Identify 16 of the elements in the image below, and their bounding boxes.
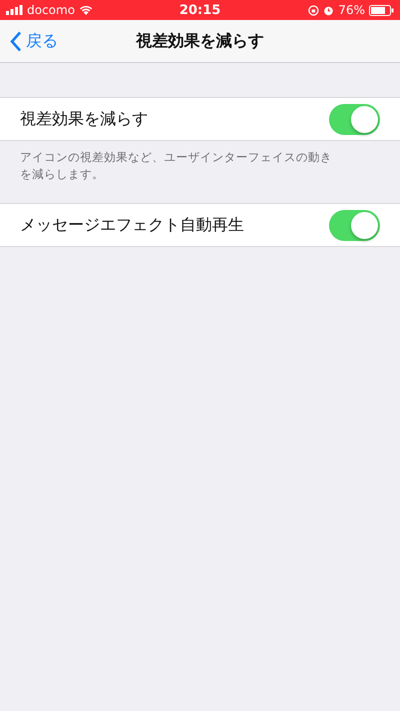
wifi-icon xyxy=(78,5,93,15)
toggle-switch[interactable] xyxy=(329,104,380,134)
page-title: 視差効果を減らす xyxy=(136,30,264,50)
alarm-icon xyxy=(323,4,334,16)
back-button[interactable]: 戻る xyxy=(0,30,64,52)
row-label: メッセージエフェクト自動再生 xyxy=(20,214,244,236)
footer-note: アイコンの視差効果など、ユーザインターフェイスの動きを減らします。 xyxy=(20,150,332,181)
battery-icon xyxy=(369,4,394,16)
rotation-lock-icon xyxy=(308,4,320,16)
status-time: 20:15 xyxy=(179,2,221,18)
carrier-name: docomo xyxy=(27,3,75,17)
battery-percent: 76% xyxy=(338,3,366,17)
signal-icon xyxy=(6,5,23,15)
chevron-icon xyxy=(10,30,22,52)
row-label: 視差効果を減らす xyxy=(20,108,148,130)
toggle-switch[interactable] xyxy=(329,210,380,240)
